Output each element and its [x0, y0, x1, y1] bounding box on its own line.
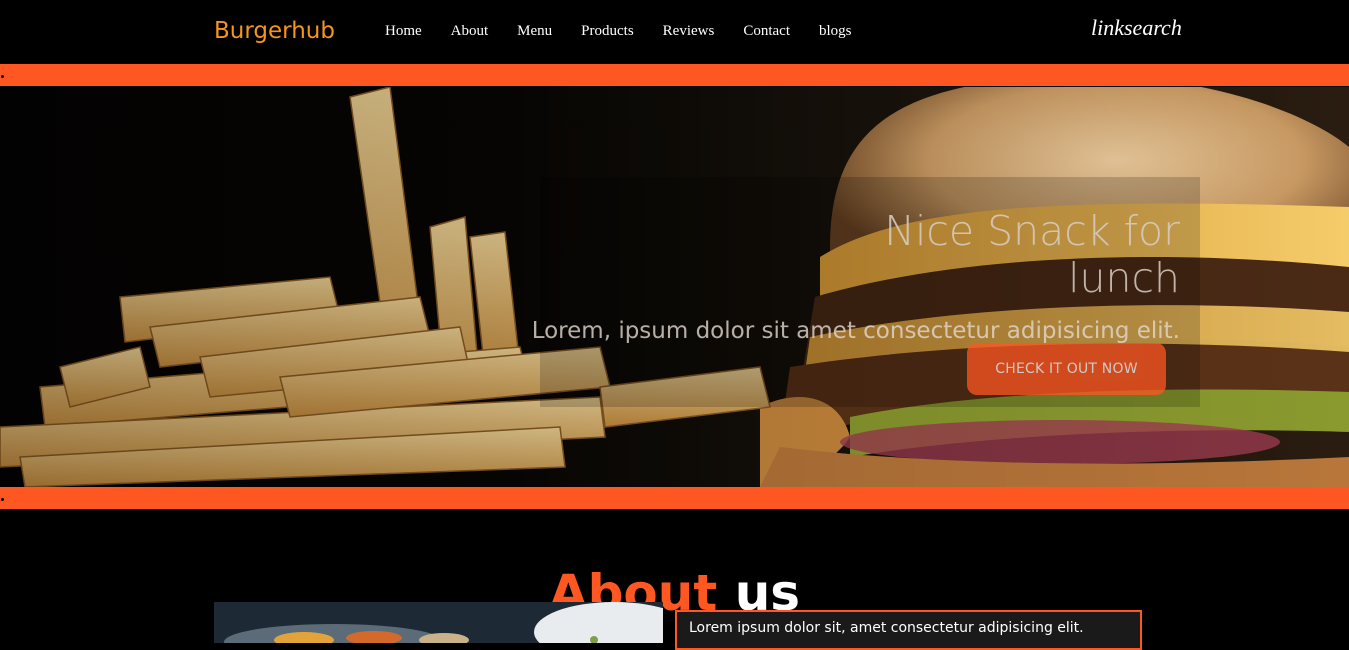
about-text-box: Lorem ipsum dolor sit, amet consectetur … [675, 610, 1142, 650]
hero-subtitle: Lorem, ipsum dolor sit amet consectetur … [531, 318, 1180, 344]
brand-logo[interactable]: Burgerhub [214, 18, 335, 44]
about-text: Lorem ipsum dolor sit, amet consectetur … [689, 620, 1084, 636]
orange-divider-bottom [0, 487, 1349, 509]
about-food-image [214, 602, 663, 643]
nav-about[interactable]: About [451, 23, 489, 40]
main-nav: Home About Menu Products Reviews Contact… [385, 23, 852, 40]
nav-products[interactable]: Products [581, 23, 634, 40]
hero-banner: Nice Snack for lunch Lorem, ipsum dolor … [0, 87, 1349, 487]
food-platter-image [214, 602, 663, 643]
nav-blogs[interactable]: blogs [819, 23, 852, 40]
orange-divider-top [0, 64, 1349, 86]
nav-contact[interactable]: Contact [743, 23, 790, 40]
divider-dot [1, 75, 4, 78]
check-it-out-button[interactable]: CHECK IT OUT NOW [967, 343, 1166, 395]
navbar: Burgerhub Home About Menu Products Revie… [0, 0, 1349, 63]
hero-title: Nice Snack for lunch [884, 207, 1180, 303]
nav-reviews[interactable]: Reviews [663, 23, 715, 40]
nav-linksearch[interactable]: linksearch [1091, 15, 1182, 41]
nav-menu[interactable]: Menu [517, 23, 552, 40]
divider-dot [1, 498, 4, 501]
nav-home[interactable]: Home [385, 23, 422, 40]
